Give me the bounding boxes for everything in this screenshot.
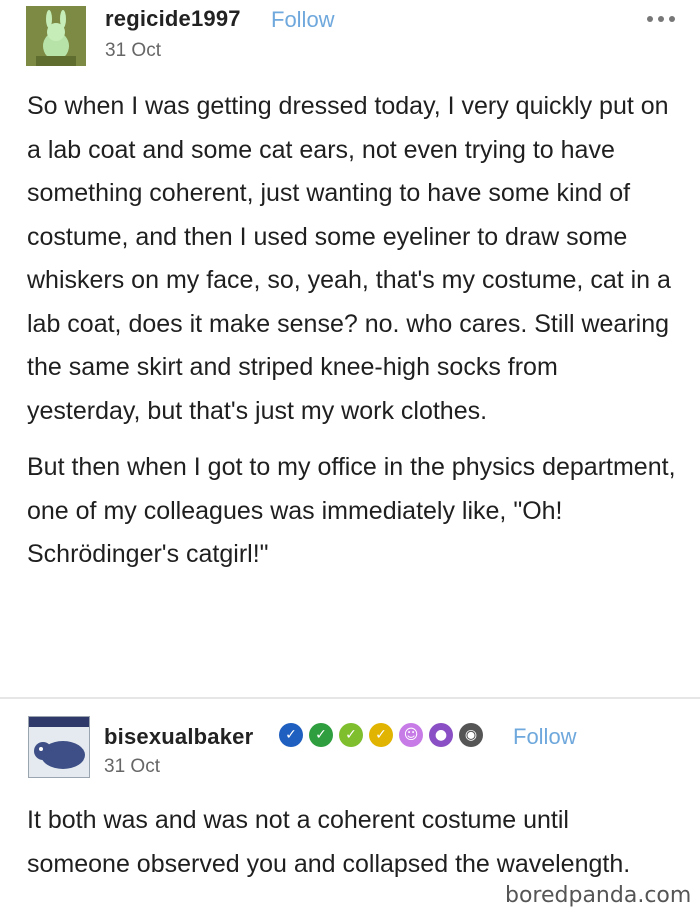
more-options-icon[interactable] bbox=[647, 12, 687, 26]
post-body: It both was and was not a coherent costu… bbox=[27, 799, 677, 886]
post-paragraph: So when I was getting dressed today, I v… bbox=[27, 92, 671, 425]
verified-badge-icon: ✓ bbox=[369, 723, 393, 747]
verified-badge-icon: ✓ bbox=[339, 723, 363, 747]
badge-icon: ◉ bbox=[459, 723, 483, 747]
post-date: 31 Oct bbox=[105, 40, 161, 61]
post-paragraph: But then when I got to my office in the … bbox=[27, 453, 676, 568]
username[interactable]: bisexualbaker bbox=[104, 724, 253, 750]
username[interactable]: regicide1997 bbox=[105, 6, 241, 32]
avatar[interactable] bbox=[26, 6, 86, 66]
badge-icon: ☺ bbox=[399, 723, 423, 747]
verified-badge-icon: ✓ bbox=[309, 723, 333, 747]
watermark: boredpanda.com bbox=[505, 883, 692, 908]
avatar[interactable] bbox=[28, 716, 90, 778]
follow-button[interactable]: Follow bbox=[271, 7, 335, 33]
post-paragraph: It both was and was not a coherent costu… bbox=[27, 806, 631, 878]
verified-badge-icon: ✓ bbox=[279, 723, 303, 747]
post-date: 31 Oct bbox=[104, 756, 160, 777]
post-regicide1997: regicide1997 Follow 31 Oct So when I was… bbox=[0, 0, 700, 699]
follow-button[interactable]: Follow bbox=[513, 724, 577, 750]
paw-badge-icon: ● bbox=[429, 723, 453, 747]
post-body: So when I was getting dressed today, I v… bbox=[27, 85, 677, 577]
badge-row: ✓ ✓ ✓ ✓ ☺ ● ◉ bbox=[279, 723, 483, 747]
